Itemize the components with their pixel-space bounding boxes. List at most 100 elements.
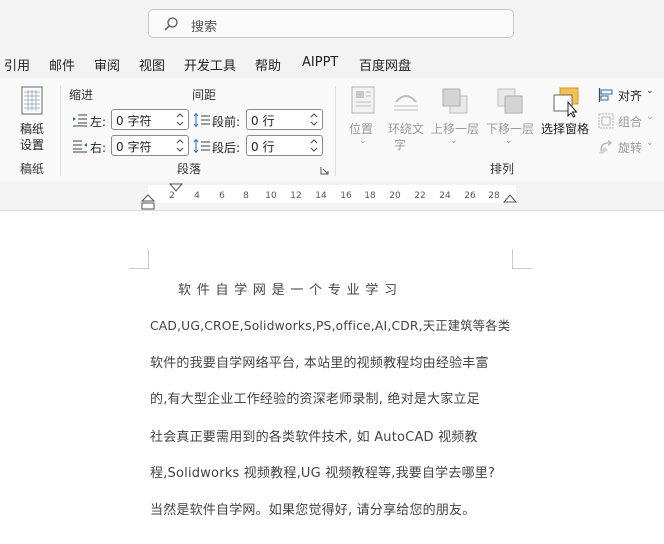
rotate-icon: [599, 140, 613, 154]
position-button[interactable]: 位置 ⌄: [346, 86, 380, 152]
menu-review[interactable]: 审阅: [94, 55, 120, 74]
ruler-tick: 14: [315, 191, 327, 201]
space-before-icon: [193, 112, 210, 128]
ruler-tick: 6: [219, 191, 225, 201]
dropdown-chevron-icon: ⌄: [359, 136, 367, 146]
selection-pane-label: 选择窗格: [541, 122, 590, 136]
indent-left-label: 左:: [90, 115, 107, 129]
group-label: 组合: [618, 115, 643, 129]
dropdown-chevron-icon: ⌄: [450, 136, 458, 146]
ruler-tick: 16: [340, 191, 352, 201]
dropdown-chevron-icon: ⌄: [646, 138, 654, 148]
menu-help[interactable]: 帮助: [255, 55, 281, 74]
dropdown-chevron-icon: ⌄: [646, 112, 654, 122]
space-after-value: 0 行: [251, 140, 275, 154]
send-backward-icon: [497, 88, 523, 114]
ribbon: 稿纸 设置 稿纸 缩进 间距 左: 0 字符 右: 0 字符 段前: 0 行 段…: [0, 78, 664, 183]
search-icon: [164, 17, 178, 31]
document-page[interactable]: 软 件 自 学 网 是 一 个 专 业 学 习 CAD,UG,CROE,Soli…: [0, 211, 664, 544]
align-label: 对齐: [618, 89, 643, 103]
group-divider: [335, 86, 336, 176]
margin-corner-top-right: [512, 249, 532, 269]
draft-settings-label-2: 设置: [20, 138, 45, 152]
spin-arrows-icon[interactable]: [176, 137, 184, 154]
horizontal-ruler[interactable]: 2 4 6 8 10 12 14 16 18 20 22 24 26 28: [148, 185, 516, 203]
wrap-text-button[interactable]: 环绕文 字: [386, 86, 426, 152]
margin-corner-top-left: [129, 249, 149, 269]
spin-arrows-icon[interactable]: [310, 137, 318, 154]
dropdown-chevron-icon: ⌄: [505, 136, 513, 146]
bring-forward-label: 上移一层: [431, 122, 480, 136]
indent-left-input[interactable]: 0 字符: [111, 109, 189, 130]
indent-header: 缩进: [69, 88, 94, 102]
send-backward-button[interactable]: 下移一层 ⌄: [485, 86, 535, 152]
paragraph-line-4: 的,有大型企业工作经验的资深老师录制, 绝对是大家立足: [150, 392, 480, 407]
spacing-header: 间距: [192, 88, 217, 102]
menu-references[interactable]: 引用: [4, 55, 30, 74]
paragraph-line-1: 软 件 自 学 网 是 一 个 专 业 学 习: [178, 283, 398, 298]
space-after-icon: [193, 138, 210, 154]
rotate-button[interactable]: 旋转 ⌄: [598, 138, 658, 158]
wrap-text-icon: [394, 95, 418, 111]
ruler-tick: 24: [439, 191, 451, 201]
selection-pane-icon: [553, 87, 579, 118]
ruler-tick: 2: [169, 191, 175, 201]
indent-right-label: 右:: [90, 141, 107, 155]
bring-forward-icon: [442, 88, 468, 114]
spin-arrows-icon[interactable]: [310, 111, 318, 128]
space-after-label: 段后:: [212, 141, 241, 155]
right-indent-marker-icon[interactable]: [503, 194, 517, 203]
paragraph-line-5: 社会真正要需用到的各类软件技术, 如 AutoCAD 视频教: [150, 430, 478, 445]
ruler-tick: 8: [243, 191, 249, 201]
menu-mailings[interactable]: 邮件: [49, 55, 75, 74]
position-label: 位置: [349, 122, 374, 136]
draft-settings-button[interactable]: 稿纸 设置: [12, 84, 52, 154]
send-backward-label: 下移一层: [486, 122, 535, 136]
ruler-bar: 2 4 6 8 10 12 14 16 18 20 22 24 26 28: [0, 182, 664, 211]
wrap-text-label-1: 环绕文: [388, 122, 425, 136]
ruler-tick: 26: [464, 191, 476, 201]
ruler-tick: 10: [265, 191, 277, 201]
menu-developer[interactable]: 开发工具: [184, 55, 236, 74]
indent-left-icon: [73, 114, 87, 127]
rotate-label: 旋转: [618, 141, 643, 155]
left-indent-marker-icon[interactable]: [141, 194, 155, 210]
arrange-group-label: 排列: [490, 162, 515, 176]
menu-baidu-netdisk[interactable]: 百度网盘: [359, 55, 411, 74]
group-icon: [598, 113, 614, 129]
paragraph-group-label: 段落: [177, 162, 202, 176]
indent-right-icon: [73, 140, 87, 153]
paragraph-line-2: CAD,UG,CROE,Solidworks,PS,office,AI,CDR,…: [150, 319, 511, 333]
paragraph-line-6: 程,Solidworks 视频教程,UG 视频教程等,我要自学去哪里?: [150, 466, 496, 481]
align-button[interactable]: 对齐 ⌄: [598, 86, 658, 106]
search-placeholder: 搜索: [191, 20, 218, 35]
space-before-label: 段前:: [212, 115, 241, 129]
space-before-input[interactable]: 0 行: [246, 109, 323, 130]
ruler-tick: 22: [414, 191, 426, 201]
menu-bar: 引用 邮件 审阅 视图 开发工具 帮助 AIPPT 百度网盘: [0, 48, 664, 78]
ruler-tick: 18: [364, 191, 376, 201]
bring-forward-button[interactable]: 上移一层 ⌄: [430, 86, 480, 152]
space-after-input[interactable]: 0 行: [246, 135, 323, 156]
indent-left-value: 0 字符: [116, 114, 152, 128]
menu-view[interactable]: 视图: [139, 55, 165, 74]
paragraph-line-7: 当然是软件自学网。如果您觉得好, 请分享给您的朋友。: [150, 503, 476, 518]
position-icon: [351, 86, 375, 114]
indent-right-input[interactable]: 0 字符: [111, 135, 189, 156]
dialog-launcher-icon[interactable]: [320, 166, 329, 175]
search-box[interactable]: 搜索: [148, 9, 514, 38]
title-bar: 搜索: [0, 0, 664, 48]
align-icon: [598, 88, 613, 102]
wrap-text-label-2: 字: [394, 138, 407, 152]
dropdown-chevron-icon: ⌄: [646, 86, 654, 96]
menu-aippt[interactable]: AIPPT: [302, 55, 338, 70]
draft-group-label: 稿纸: [20, 162, 45, 176]
ruler-tick: 4: [194, 191, 200, 201]
group-button[interactable]: 组合 ⌄: [598, 112, 658, 132]
first-line-indent-marker-icon[interactable]: [169, 183, 183, 192]
selection-pane-button[interactable]: 选择窗格: [540, 86, 592, 136]
ruler-tick: 28: [488, 191, 500, 201]
indent-right-value: 0 字符: [116, 140, 152, 154]
spin-arrows-icon[interactable]: [176, 111, 184, 128]
draft-paper-icon: [21, 86, 43, 115]
